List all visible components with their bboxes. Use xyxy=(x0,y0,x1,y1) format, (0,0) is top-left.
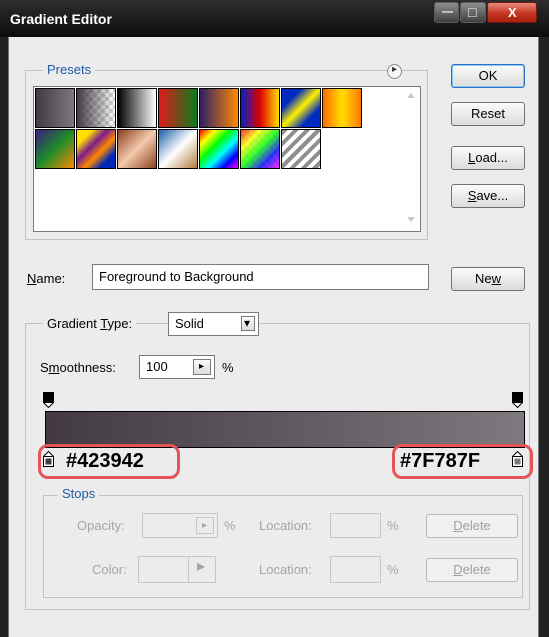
preset-swatch[interactable] xyxy=(76,129,116,169)
preset-swatch[interactable] xyxy=(240,129,280,169)
preset-swatch[interactable] xyxy=(281,129,321,169)
opacity-label: Opacity: xyxy=(77,518,125,533)
smoothness-input[interactable]: 100 ▸ xyxy=(139,355,215,379)
preset-swatch[interactable] xyxy=(281,88,321,128)
new-button[interactable]: New xyxy=(451,267,525,291)
delete-color-stop-button: Delete xyxy=(426,558,518,582)
color-location-unit: % xyxy=(387,562,399,577)
preset-swatch[interactable] xyxy=(117,129,157,169)
minimize-icon: — xyxy=(442,6,453,18)
preset-swatch[interactable] xyxy=(240,88,280,128)
window-frame-left xyxy=(0,37,8,637)
delete-color-label: Delete xyxy=(453,562,491,577)
opacity-stop-right[interactable] xyxy=(512,392,523,408)
presets-legend: Presets xyxy=(43,62,96,77)
name-input[interactable]: Foreground to Background xyxy=(92,264,429,290)
scroll-up-icon[interactable] xyxy=(407,93,415,98)
stops-group xyxy=(43,495,523,598)
ok-button[interactable]: OK xyxy=(451,64,525,88)
start-color-hex: #423942 xyxy=(66,450,144,472)
reset-button[interactable]: Reset xyxy=(451,102,525,126)
load-button-label: Load... xyxy=(468,150,508,165)
opacity-stop-left[interactable] xyxy=(43,392,54,408)
stops-legend: Stops xyxy=(58,486,100,501)
flyout-arrow-icon: ▸ xyxy=(392,64,398,75)
color-stop-left[interactable] xyxy=(43,451,54,467)
opacity-slider-button: ▸ xyxy=(196,517,214,534)
minimize-button[interactable]: — xyxy=(434,2,459,23)
opacity-arrow-icon: ▸ xyxy=(202,520,208,531)
delete-opacity-label: Delete xyxy=(453,518,491,533)
smoothness-label: Smoothness: xyxy=(40,360,116,375)
gradient-type-label: Gradient Type: xyxy=(43,316,137,331)
delete-opacity-stop-button: Delete xyxy=(426,514,518,538)
smoothness-value: 100 xyxy=(146,359,168,374)
close-button[interactable]: X xyxy=(487,2,537,23)
reset-button-label: Reset xyxy=(471,106,505,121)
smoothness-arrow-icon: ▸ xyxy=(199,361,205,372)
opacity-location-input xyxy=(330,513,381,538)
preset-swatch[interactable] xyxy=(199,88,239,128)
presets-menu-button[interactable]: ▸ xyxy=(387,64,402,79)
new-button-label: New xyxy=(474,271,501,286)
dropdown-arrow-icon[interactable]: ▾ xyxy=(241,316,255,331)
opacity-input: ▸ xyxy=(142,513,218,538)
scroll-down-icon[interactable] xyxy=(407,217,415,222)
name-label: Name: xyxy=(27,271,66,286)
opacity-location-unit: % xyxy=(387,518,399,533)
ok-button-label: OK xyxy=(478,68,498,83)
name-input-value: Foreground to Background xyxy=(99,269,254,284)
window-title: Gradient Editor xyxy=(10,11,112,27)
end-color-hex: #7F787F xyxy=(400,450,481,472)
close-icon: X xyxy=(508,5,517,20)
presets-list xyxy=(33,86,421,232)
title-bar: Gradient Editor — □ X xyxy=(0,0,549,37)
maximize-button[interactable]: □ xyxy=(460,2,486,23)
load-button[interactable]: Load... xyxy=(451,146,525,170)
color-stop-right[interactable] xyxy=(512,451,523,467)
color-picker-button: ▸ xyxy=(188,557,215,582)
gradient-type-select[interactable]: Solid ▾ xyxy=(168,312,259,336)
preset-swatch[interactable] xyxy=(76,88,116,128)
color-label: Color: xyxy=(92,562,127,577)
save-button-label: Save... xyxy=(467,188,509,203)
preset-swatch[interactable] xyxy=(322,88,362,128)
preset-swatch[interactable] xyxy=(35,88,75,128)
color-location-input xyxy=(330,556,381,583)
window-frame-right xyxy=(539,37,549,637)
smoothness-slider-button[interactable]: ▸ xyxy=(193,359,211,375)
opacity-location-label: Location: xyxy=(259,518,312,533)
preset-swatch[interactable] xyxy=(158,88,198,128)
preset-swatch[interactable] xyxy=(35,129,75,169)
maximize-icon: □ xyxy=(468,4,477,20)
gradient-preview-bar[interactable] xyxy=(45,411,525,448)
preset-swatch[interactable] xyxy=(199,129,239,169)
color-swatch-field: ▸ xyxy=(138,556,216,583)
smoothness-unit: % xyxy=(222,360,234,375)
color-location-label: Location: xyxy=(259,562,312,577)
presets-scrollbar[interactable] xyxy=(403,87,420,231)
opacity-unit: % xyxy=(224,518,236,533)
gradient-type-value: Solid xyxy=(175,316,204,331)
preset-swatch[interactable] xyxy=(158,129,198,169)
preset-swatch[interactable] xyxy=(117,88,157,128)
color-arrow-icon: ▸ xyxy=(197,558,206,575)
save-button[interactable]: Save... xyxy=(451,184,525,208)
